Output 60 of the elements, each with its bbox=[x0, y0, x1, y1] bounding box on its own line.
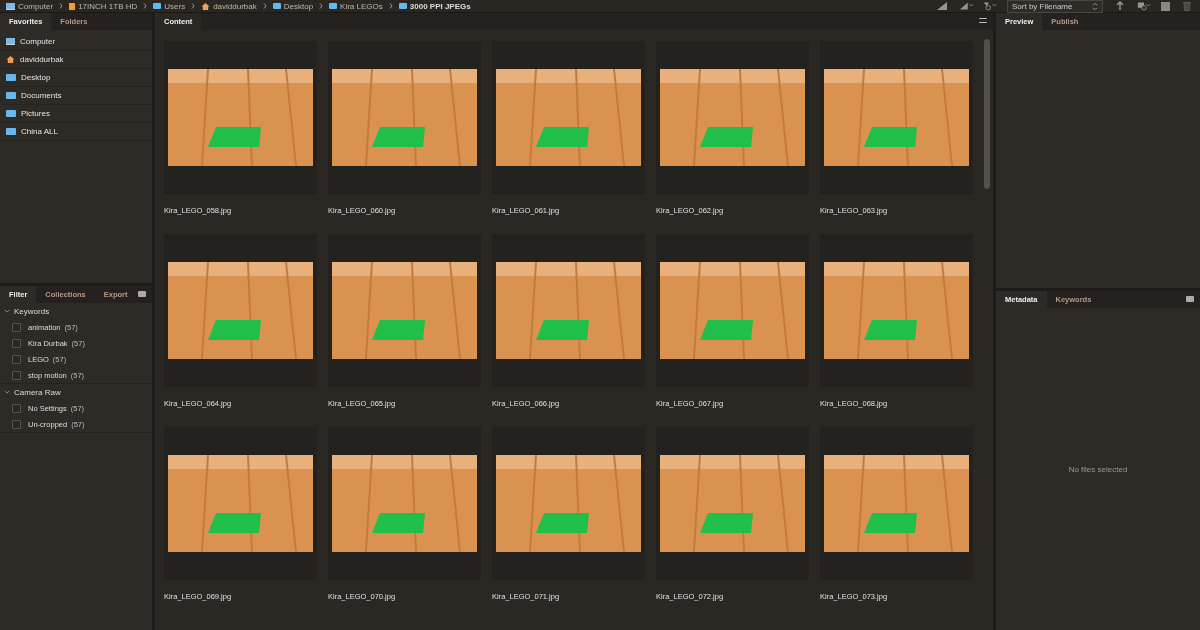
thumbnail-card[interactable] bbox=[656, 427, 809, 580]
thumbnail-card[interactable] bbox=[328, 234, 481, 387]
checkbox[interactable] bbox=[12, 338, 21, 348]
breadcrumb-link[interactable]: 17INCH 1TB HD bbox=[69, 1, 138, 11]
breadcrumb-link[interactable]: Desktop bbox=[272, 1, 314, 11]
favorite-item[interactable]: Computer bbox=[0, 33, 152, 51]
breadcrumb-link[interactable]: 3000 PPI JPEGs bbox=[398, 1, 471, 11]
breadcrumb-link[interactable]: Kira LEGOs bbox=[329, 1, 383, 11]
favorite-item[interactable]: daviddurbak bbox=[0, 51, 152, 69]
thumbnail-card[interactable] bbox=[164, 427, 317, 580]
thumbnail-card[interactable] bbox=[328, 41, 481, 194]
favorite-item[interactable]: China ALL bbox=[0, 123, 152, 141]
thumbnail-card[interactable] bbox=[328, 427, 481, 580]
folder-icon bbox=[153, 3, 162, 9]
chevron-right-icon bbox=[143, 3, 148, 9]
filter-group-header[interactable]: Keywords bbox=[0, 303, 152, 319]
checkbox[interactable] bbox=[12, 370, 21, 380]
menu-icon[interactable] bbox=[979, 18, 987, 23]
house-icon bbox=[201, 1, 211, 11]
drive-icon bbox=[69, 2, 76, 10]
chevron-right-icon bbox=[59, 3, 64, 9]
thumbnail-card[interactable] bbox=[820, 41, 973, 194]
thumbnail-card[interactable] bbox=[492, 41, 645, 194]
thumbnail-card[interactable] bbox=[492, 427, 645, 580]
favorite-item[interactable]: Desktop bbox=[0, 69, 152, 87]
thumbnail-card[interactable] bbox=[656, 41, 809, 194]
folder-icon bbox=[272, 3, 281, 9]
chevron-right-icon bbox=[388, 3, 393, 9]
thumbnail-card[interactable] bbox=[820, 427, 973, 580]
checkbox[interactable] bbox=[12, 403, 21, 413]
breadcrumb-link[interactable]: daviddurbak bbox=[201, 1, 257, 11]
favorite-item[interactable]: Pictures bbox=[0, 105, 152, 123]
folder-icon bbox=[6, 74, 16, 81]
thumbnail-card[interactable] bbox=[164, 234, 317, 387]
folder-icon bbox=[398, 3, 407, 9]
folder-icon bbox=[329, 3, 338, 9]
scrollbar-thumb[interactable] bbox=[984, 39, 990, 189]
computer-icon bbox=[6, 38, 15, 45]
favorite-item[interactable]: Documents bbox=[0, 87, 152, 105]
filter-group-header[interactable]: Camera Raw bbox=[0, 384, 152, 400]
computer-icon bbox=[6, 2, 15, 10]
empty-message: No files selected bbox=[1068, 464, 1128, 474]
checkbox[interactable] bbox=[12, 419, 21, 429]
breadcrumb-link[interactable]: Users bbox=[153, 1, 186, 11]
thumbnail-card[interactable] bbox=[820, 234, 973, 387]
checkbox[interactable] bbox=[12, 322, 21, 332]
breadcrumb-link[interactable]: Computer bbox=[6, 1, 54, 11]
chevron-icon bbox=[1092, 1, 1098, 11]
folder-icon bbox=[6, 110, 16, 117]
chevron-right-icon bbox=[319, 3, 324, 9]
chevron-right-icon bbox=[262, 3, 267, 9]
thumbnail-card[interactable] bbox=[656, 234, 809, 387]
checkbox[interactable] bbox=[12, 354, 21, 364]
folder-icon bbox=[6, 92, 16, 99]
thumbnail-card[interactable] bbox=[164, 41, 317, 194]
house-icon bbox=[6, 55, 15, 64]
chevron-right-icon bbox=[191, 3, 196, 9]
thumbnail-card[interactable] bbox=[492, 234, 645, 387]
sort-dropdown[interactable]: Sort by Filename bbox=[1007, 0, 1103, 13]
folder-icon bbox=[6, 128, 16, 135]
